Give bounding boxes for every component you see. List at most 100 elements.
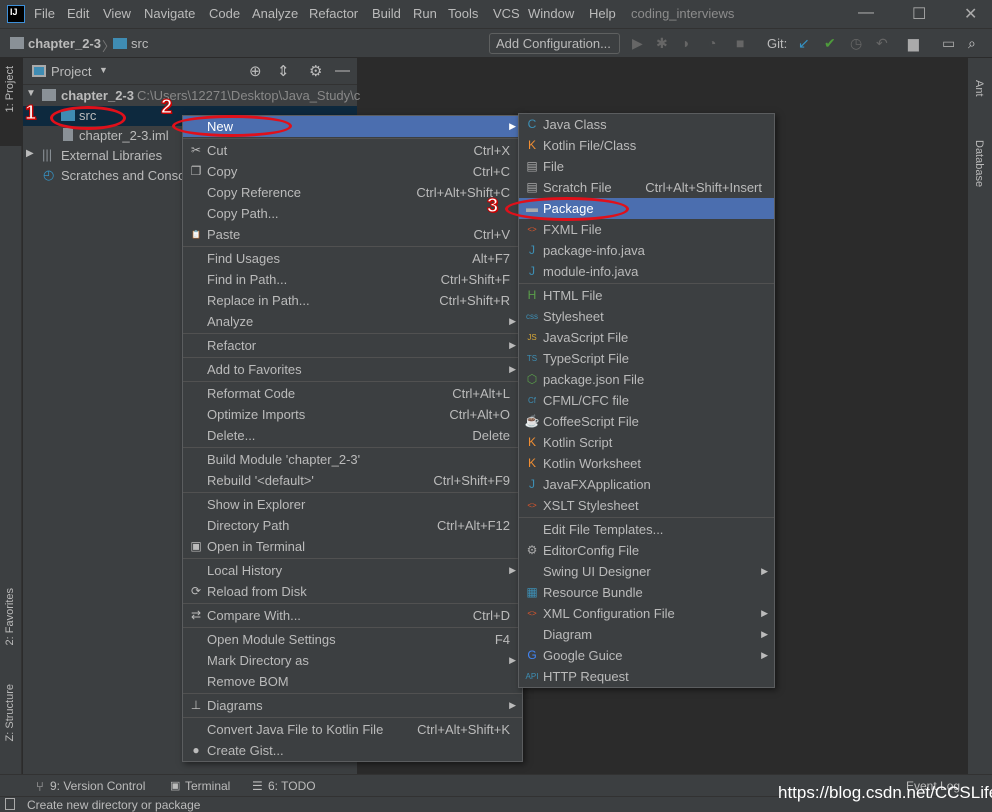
menu-item-html-file[interactable]: H HTML File xyxy=(519,285,774,306)
run-anything-icon[interactable]: ▭ xyxy=(942,35,955,52)
git-rollback-icon[interactable]: ↶ xyxy=(876,35,888,52)
tool-tab-ant[interactable]: Ant xyxy=(973,80,985,97)
git-commit-icon[interactable]: ✔ xyxy=(824,35,836,52)
menu-item-create-gist[interactable]: ● Create Gist... xyxy=(183,740,522,761)
collapse-all-icon[interactable]: ⇕ xyxy=(277,62,290,80)
project-structure-icon[interactable]: ▆ xyxy=(908,35,919,52)
menu-edit[interactable]: Edit xyxy=(67,6,89,21)
git-update-icon[interactable]: ↙ xyxy=(798,35,810,52)
menu-item-remove-bom[interactable]: Remove BOM xyxy=(183,671,522,692)
tool-tab-favorites[interactable]: 2: Favorites xyxy=(4,588,16,645)
menu-item-stylesheet[interactable]: css Stylesheet xyxy=(519,306,774,327)
debug-icon[interactable]: ✱ xyxy=(656,35,668,52)
menu-item-module-info-java[interactable]: Jmodule-info.java xyxy=(519,261,774,282)
menu-item-xml-configuration-file[interactable]: <> XML Configuration File ▶ xyxy=(519,603,774,624)
menu-item-javascript-file[interactable]: JS JavaScript File xyxy=(519,327,774,348)
menu-item-scratch-file[interactable]: ▤ Scratch File Ctrl+Alt+Shift+Insert xyxy=(519,177,774,198)
menu-vcs[interactable]: VCS xyxy=(493,6,520,21)
search-icon[interactable]: ⌕ xyxy=(968,35,976,52)
menu-item-package-info-java[interactable]: Jpackage-info.java xyxy=(519,240,774,261)
menu-item-kotlin-script[interactable]: K Kotlin Script xyxy=(519,432,774,453)
menu-item-editorconfig-file[interactable]: ⚙ EditorConfig File xyxy=(519,540,774,561)
menu-item-typescript-file[interactable]: TS TypeScript File xyxy=(519,348,774,369)
gear-icon[interactable]: ⚙ xyxy=(309,62,322,80)
add-configuration-button[interactable]: Add Configuration... xyxy=(489,33,620,54)
menu-item-package-json-file[interactable]: ⬡ package.json File xyxy=(519,369,774,390)
locate-icon[interactable]: ⊕ xyxy=(249,62,262,80)
tree-item-root[interactable]: chapter_2-3 xyxy=(61,88,134,103)
menu-item-mark-directory-as[interactable]: Mark Directory as ▶ xyxy=(183,650,522,671)
menu-item-cfml-cfc-file[interactable]: Cf CFML/CFC file xyxy=(519,390,774,411)
menu-item-reload-from-disk[interactable]: ⟳ Reload from Disk xyxy=(183,581,522,602)
tree-item-scratches[interactable]: Scratches and Conso xyxy=(61,168,185,183)
menu-tools[interactable]: Tools xyxy=(448,6,478,21)
menu-item-javafxapplication[interactable]: J JavaFXApplication xyxy=(519,474,774,495)
menu-item-add-to-favorites[interactable]: Add to Favorites ▶ xyxy=(183,359,522,380)
menu-item-fxml-file[interactable]: <> FXML File xyxy=(519,219,774,240)
menu-item-swing-ui-designer[interactable]: Swing UI Designer ▶ xyxy=(519,561,774,582)
tree-item-iml[interactable]: chapter_2-3.iml xyxy=(79,128,169,143)
menu-item-optimize-imports[interactable]: Optimize Imports Ctrl+Alt+O xyxy=(183,404,522,425)
menu-file[interactable]: File xyxy=(34,6,55,21)
menu-window[interactable]: Window xyxy=(528,6,574,21)
menu-item-java-class[interactable]: C Java Class xyxy=(519,114,774,135)
menu-item-find-usages[interactable]: Find Usages Alt+F7 xyxy=(183,248,522,269)
coverage-icon[interactable]: ◗ xyxy=(682,35,690,51)
tool-tab-project[interactable]: 1: Project xyxy=(4,66,16,112)
menu-item-copy-reference[interactable]: Copy Reference Ctrl+Alt+Shift+C xyxy=(183,182,522,203)
hide-icon[interactable]: — xyxy=(335,62,350,79)
menu-build[interactable]: Build xyxy=(372,6,401,21)
menu-item-local-history[interactable]: Local History ▶ xyxy=(183,560,522,581)
menu-item-build-module-chapter-2-3[interactable]: Build Module 'chapter_2-3' xyxy=(183,449,522,470)
menu-item-kotlin-file-class[interactable]: K Kotlin File/Class xyxy=(519,135,774,156)
menu-analyze[interactable]: Analyze xyxy=(252,6,298,21)
menu-refactor[interactable]: Refactor xyxy=(309,6,358,21)
menu-item-resource-bundle[interactable]: ▦ Resource Bundle xyxy=(519,582,774,603)
menu-item-open-in-terminal[interactable]: ▣ Open in Terminal xyxy=(183,536,522,557)
git-history-icon[interactable]: ◷ xyxy=(850,35,862,52)
run-icon[interactable]: ▶ xyxy=(632,35,643,52)
menu-item-compare-with[interactable]: ⇄ Compare With... Ctrl+D xyxy=(183,605,522,626)
menu-run[interactable]: Run xyxy=(413,6,437,21)
breadcrumb-project[interactable]: chapter_2-3 xyxy=(28,36,101,51)
menu-item-coffeescript-file[interactable]: ☕ CoffeeScript File xyxy=(519,411,774,432)
menu-item-rebuild-default[interactable]: Rebuild '<default>' Ctrl+Shift+F9 xyxy=(183,470,522,491)
menu-item-copy[interactable]: ❐ Copy Ctrl+C xyxy=(183,161,522,182)
menu-item-http-request[interactable]: API HTTP Request xyxy=(519,666,774,687)
menu-item-find-in-path[interactable]: Find in Path... Ctrl+Shift+F xyxy=(183,269,522,290)
menu-item-show-in-explorer[interactable]: Show in Explorer xyxy=(183,494,522,515)
profile-icon[interactable]: ◔ xyxy=(708,35,716,51)
menu-item-delete[interactable]: Delete... Delete xyxy=(183,425,522,446)
menu-view[interactable]: View xyxy=(103,6,131,21)
menu-item-file[interactable]: ▤ File xyxy=(519,156,774,177)
menu-item-convert-java-file-to-kotlin-file[interactable]: Convert Java File to Kotlin File Ctrl+Alt… xyxy=(183,719,522,740)
menu-item-refactor[interactable]: Refactor ▶ xyxy=(183,335,522,356)
minimize-button[interactable]: — xyxy=(858,4,874,22)
tool-tab-database[interactable]: Database xyxy=(973,140,985,187)
menu-item-replace-in-path[interactable]: Replace in Path... Ctrl+Shift+R xyxy=(183,290,522,311)
menu-code[interactable]: Code xyxy=(209,6,240,21)
tool-tab-structure[interactable]: Z: Structure xyxy=(4,684,16,741)
menu-navigate[interactable]: Navigate xyxy=(144,6,195,21)
close-button[interactable]: ✕ xyxy=(964,4,977,24)
menu-help[interactable]: Help xyxy=(589,6,616,21)
menu-item-open-module-settings[interactable]: Open Module Settings F4 xyxy=(183,629,522,650)
menu-item-reformat-code[interactable]: Reformat Code Ctrl+Alt+L xyxy=(183,383,522,404)
project-view-dropdown[interactable]: Project xyxy=(51,64,91,79)
menu-item-diagrams[interactable]: ⊥ Diagrams ▶ xyxy=(183,695,522,716)
breadcrumb-folder[interactable]: src xyxy=(131,36,148,51)
menu-item-edit-file-templates[interactable]: Edit File Templates... xyxy=(519,519,774,540)
tool-tab-version-control[interactable]: 9: Version Control xyxy=(50,779,145,793)
menu-item-xslt-stylesheet[interactable]: <> XSLT Stylesheet xyxy=(519,495,774,516)
maximize-button[interactable]: ☐ xyxy=(912,4,926,24)
menu-item-kotlin-worksheet[interactable]: K Kotlin Worksheet xyxy=(519,453,774,474)
menu-item-copy-path[interactable]: Copy Path... xyxy=(183,203,522,224)
menu-item-paste[interactable]: 📋 Paste Ctrl+V xyxy=(183,224,522,245)
menu-item-directory-path[interactable]: Directory Path Ctrl+Alt+F12 xyxy=(183,515,522,536)
menu-item-google-guice[interactable]: G Google Guice ▶ xyxy=(519,645,774,666)
tree-item-external-libraries[interactable]: External Libraries xyxy=(61,148,162,163)
stop-icon[interactable]: ■ xyxy=(736,35,744,51)
menu-item-analyze[interactable]: Analyze ▶ xyxy=(183,311,522,332)
menu-item-cut[interactable]: ✂ Cut Ctrl+X xyxy=(183,140,522,161)
tool-tab-todo[interactable]: 6: TODO xyxy=(268,779,316,793)
